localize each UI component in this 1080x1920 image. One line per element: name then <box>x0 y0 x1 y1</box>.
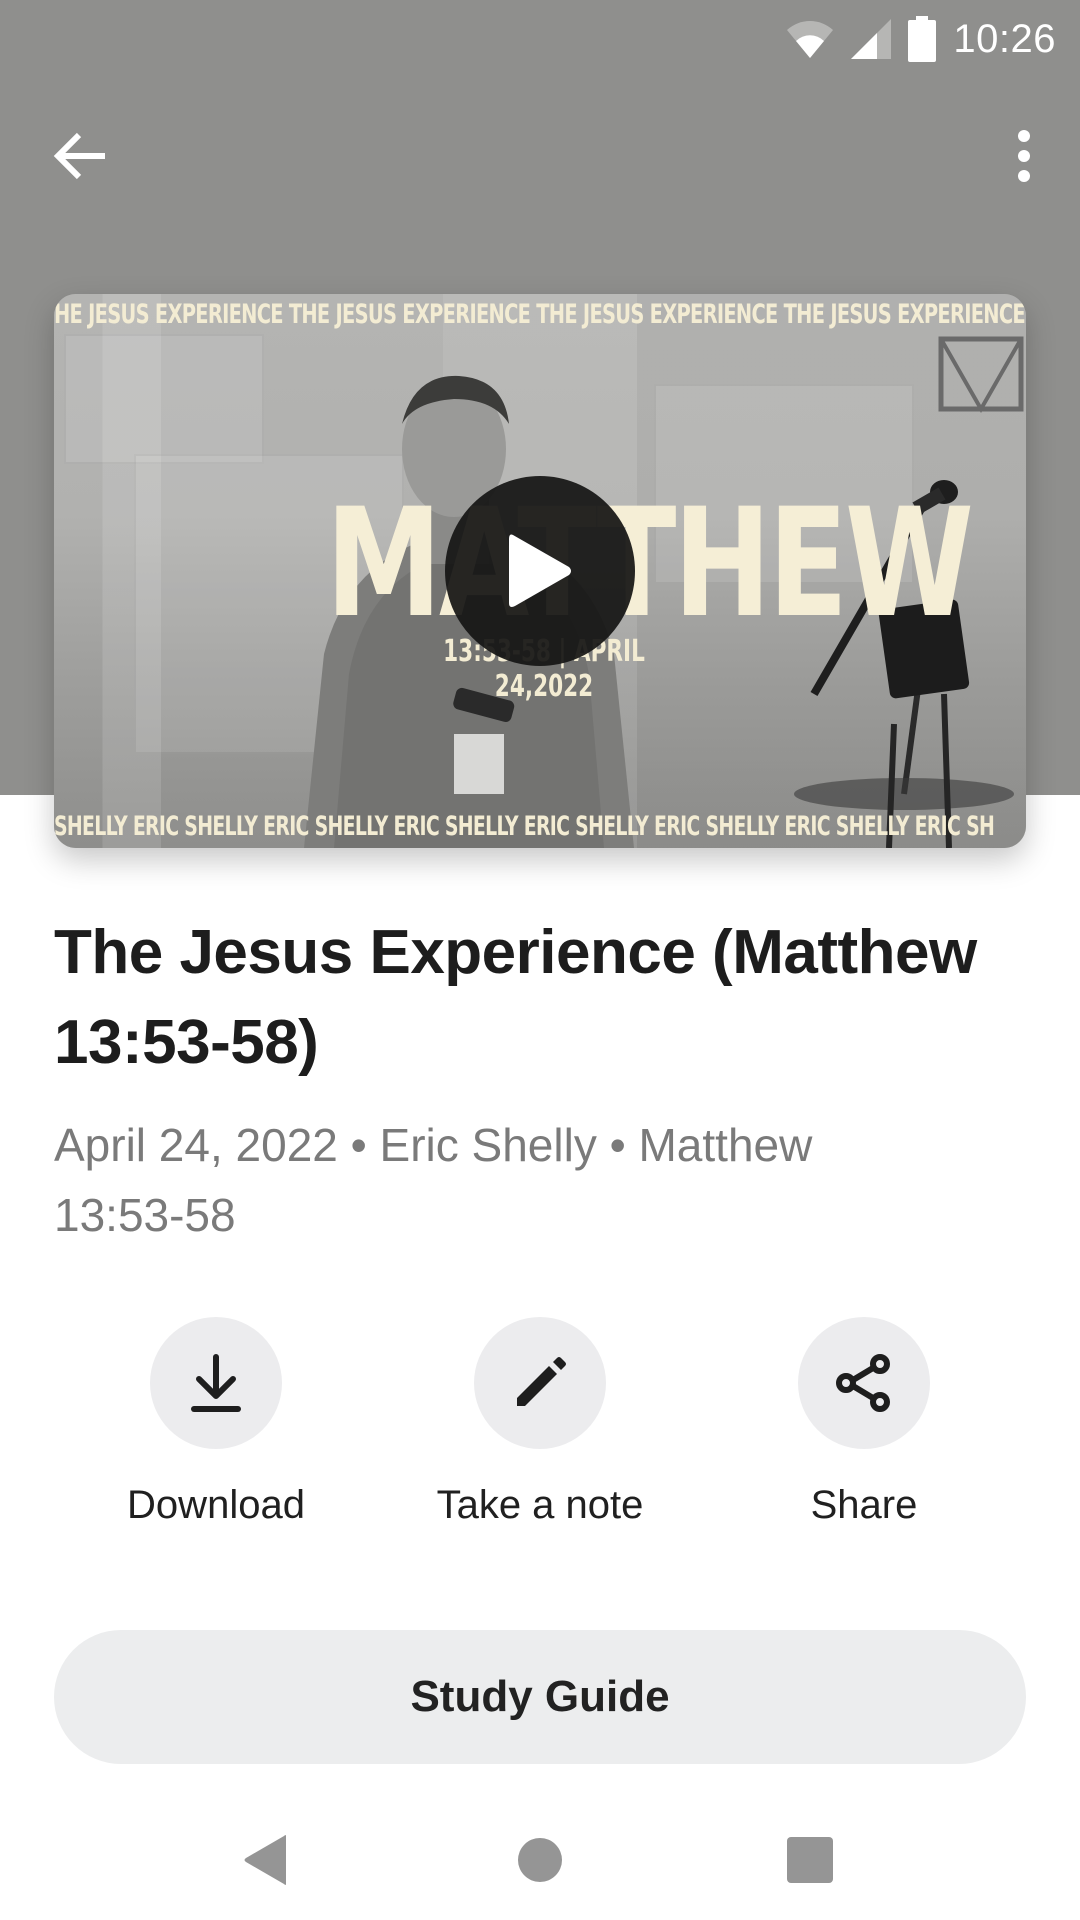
wifi-icon <box>787 21 834 58</box>
stage-truss <box>938 336 1024 414</box>
download-circle <box>150 1317 282 1449</box>
take-note-label: Take a note <box>436 1483 644 1527</box>
sermon-meta: April 24, 2022 • Eric Shelly • Matthew 1… <box>54 1119 813 1241</box>
system-home-button[interactable] <box>500 1820 580 1900</box>
nav-home-icon <box>518 1838 562 1882</box>
take-note-button[interactable]: Take a note <box>400 1317 680 1528</box>
action-row: Download Take a note Share <box>0 1317 1080 1547</box>
study-guide-label: Study Guide <box>410 1672 670 1721</box>
share-icon <box>836 1354 890 1412</box>
wall-panel <box>64 334 264 464</box>
toolbar <box>0 116 1080 196</box>
play-button[interactable] <box>445 476 635 666</box>
arrow-back-icon <box>53 132 105 180</box>
battery-icon <box>908 16 937 62</box>
play-icon <box>509 534 571 607</box>
download-label: Download <box>127 1483 305 1527</box>
thumbnail-bottom-ticker: SHELLY ERIC SHELLY ERIC SHELLY ERIC SHEL… <box>54 811 995 842</box>
share-label: Share <box>810 1483 918 1527</box>
more-options-button[interactable] <box>992 124 1056 188</box>
status-bar: 10:26 <box>0 0 1080 78</box>
take-note-circle <box>474 1317 606 1449</box>
system-back-button[interactable] <box>226 1820 306 1900</box>
back-button[interactable] <box>48 124 112 188</box>
sermon-video-thumbnail[interactable]: HE JESUS EXPERIENCE THE JESUS EXPERIENCE… <box>54 294 1026 848</box>
study-guide-button[interactable]: Study Guide <box>54 1630 1026 1764</box>
download-button[interactable]: Download <box>76 1317 356 1528</box>
pencil-icon <box>517 1357 566 1406</box>
share-circle <box>798 1317 930 1449</box>
cellular-signal-icon <box>851 19 892 59</box>
system-recents-button[interactable] <box>770 1820 850 1900</box>
sermon-title: The Jesus Experience (Matthew 13:53-58) <box>54 918 977 1077</box>
nav-back-icon <box>244 1835 286 1885</box>
thumbnail-top-ticker: HE JESUS EXPERIENCE THE JESUS EXPERIENCE… <box>54 299 1026 330</box>
download-icon <box>191 1354 241 1412</box>
system-nav-bar <box>0 1800 1080 1920</box>
nav-recents-icon <box>787 1837 833 1883</box>
status-time: 10:26 <box>953 16 1056 61</box>
share-button[interactable]: Share <box>724 1317 1004 1528</box>
more-vertical-icon <box>1018 130 1030 182</box>
